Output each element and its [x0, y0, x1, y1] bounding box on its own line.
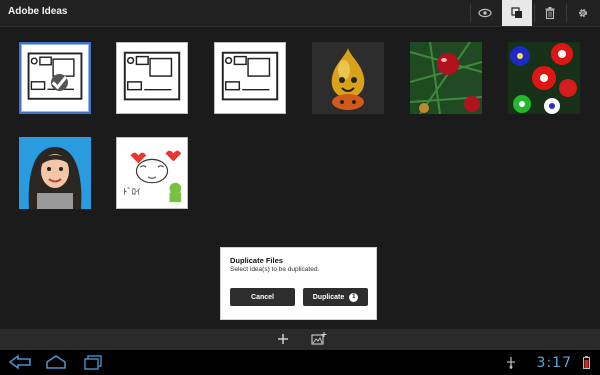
view-button[interactable]	[470, 0, 500, 26]
bottom-toolbar	[0, 329, 600, 350]
view-icon	[478, 8, 492, 18]
cancel-button[interactable]: Cancel	[230, 288, 295, 306]
recent-apps-button[interactable]	[83, 354, 103, 375]
trash-icon	[545, 7, 555, 19]
idea-thumbnail-doodle[interactable]: ﾄﾞﾛｲ	[116, 137, 188, 209]
selected-check-icon	[51, 74, 68, 91]
duplicate-button-label: Duplicate	[312, 293, 345, 301]
delete-button[interactable]	[535, 0, 565, 26]
idea-thumbnail-sketch[interactable]	[116, 42, 188, 114]
duplicate-button[interactable]	[502, 0, 532, 26]
selected-count-badge: 1	[349, 292, 359, 302]
settings-icon	[578, 8, 588, 18]
idea-thumbnail-sketch[interactable]	[19, 42, 91, 114]
back-icon	[8, 354, 31, 370]
idea-thumbnail-sketch[interactable]	[214, 42, 286, 114]
battery-icon	[583, 356, 590, 369]
usb-icon	[507, 357, 515, 369]
settings-button[interactable]	[568, 0, 598, 26]
battery-status	[583, 356, 590, 374]
toolbar-divider	[566, 4, 567, 22]
idea-thumbnail-photo-ornament[interactable]	[410, 42, 482, 114]
usb-status	[506, 356, 516, 374]
add-button[interactable]	[277, 332, 289, 350]
svg-text:ﾄﾞﾛｲ: ﾄﾞﾛｲ	[123, 185, 141, 197]
add-icon	[278, 334, 288, 344]
duplicate-icon	[511, 7, 522, 18]
dialog-message: Select idea(s) to be duplicated.	[230, 266, 320, 273]
duplicate-button-dialog[interactable]: Duplicate 1	[303, 288, 368, 306]
home-button[interactable]	[45, 354, 67, 375]
add-image-icon	[311, 332, 327, 345]
dialog-title: Duplicate Files	[230, 256, 283, 265]
idea-thumbnail-photo-figure[interactable]	[312, 42, 384, 114]
back-button[interactable]	[8, 354, 32, 375]
app-title: Adobe Ideas	[8, 6, 68, 17]
action-bar: Adobe Ideas	[0, 0, 600, 27]
cancel-button-label: Cancel	[251, 293, 274, 301]
status-clock: 3:17	[536, 355, 572, 371]
duplicate-files-dialog: Duplicate Files Select idea(s) to be dup…	[220, 247, 377, 320]
add-image-button[interactable]	[311, 332, 327, 350]
idea-thumbnail-photo-flowers[interactable]	[508, 42, 580, 114]
home-icon	[46, 355, 66, 369]
idea-thumbnail-portrait[interactable]	[19, 137, 91, 209]
recent-apps-icon	[84, 355, 102, 370]
system-navigation-bar: 3:17	[0, 350, 600, 375]
